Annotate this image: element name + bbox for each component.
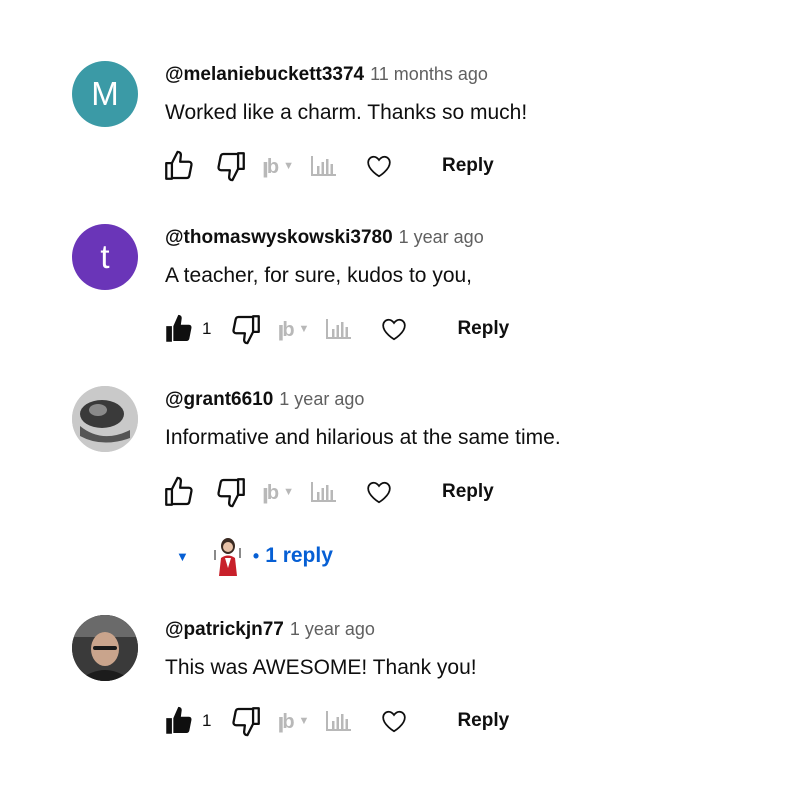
thumbs-down-icon bbox=[232, 315, 261, 345]
avatar[interactable]: t bbox=[72, 224, 138, 290]
tubebuddy-icon: ꞁb bbox=[262, 155, 279, 178]
stats-button[interactable] bbox=[325, 709, 353, 733]
chevron-down-icon: ▼ bbox=[298, 323, 310, 335]
like-count: 1 bbox=[202, 319, 212, 338]
caret-down-icon: ▼ bbox=[176, 548, 189, 564]
heart-button[interactable] bbox=[366, 154, 392, 178]
separator-dot: • bbox=[252, 545, 260, 566]
tubebuddy-menu[interactable]: ꞁb ▼ bbox=[277, 709, 309, 734]
stats-button[interactable] bbox=[310, 480, 338, 504]
replies-count-label: 1 reply bbox=[265, 544, 333, 567]
tubebuddy-icon: ꞁb bbox=[277, 318, 294, 341]
avatar-photo bbox=[72, 386, 138, 452]
avatar-letter: M bbox=[91, 75, 119, 112]
comment-time[interactable]: 1 year ago bbox=[399, 227, 484, 247]
heart-button[interactable] bbox=[381, 709, 407, 733]
avatar-photo bbox=[72, 615, 138, 681]
tubebuddy-menu[interactable]: ꞁb ▼ bbox=[262, 480, 294, 505]
view-replies-button[interactable]: ▼ • 1 reply bbox=[176, 536, 333, 576]
comment-author[interactable]: @thomaswyskowski3780 bbox=[165, 227, 393, 248]
comment-text: Worked like a charm. Thanks so much! bbox=[165, 101, 528, 124]
comment-time[interactable]: 1 year ago bbox=[279, 389, 364, 409]
avatar[interactable] bbox=[72, 386, 138, 452]
bar-chart-icon bbox=[326, 319, 352, 339]
comment-text: This was AWESOME! Thank you! bbox=[165, 656, 477, 679]
dislike-button[interactable] bbox=[214, 475, 248, 509]
reply-button[interactable]: Reply bbox=[457, 710, 509, 732]
comment-author[interactable]: @melaniebuckett3374 bbox=[165, 64, 364, 85]
avatar[interactable] bbox=[72, 615, 138, 681]
comment-time[interactable]: 11 months ago bbox=[370, 64, 488, 84]
comment-actions: ꞁb ▼ Reply bbox=[162, 474, 494, 510]
comment-actions: 1 ꞁb ▼ Reply bbox=[162, 703, 509, 739]
bar-chart-icon bbox=[310, 482, 336, 502]
heart-icon bbox=[367, 481, 391, 504]
bar-chart-icon bbox=[326, 711, 352, 731]
heart-icon bbox=[382, 710, 407, 733]
heart-icon bbox=[382, 318, 407, 341]
thumbs-up-filled-icon bbox=[166, 706, 192, 734]
tubebuddy-icon: ꞁb bbox=[262, 481, 279, 504]
comment-author[interactable]: @grant6610 bbox=[165, 389, 273, 410]
thumbs-down-icon bbox=[217, 478, 245, 508]
tubebuddy-menu[interactable]: ꞁb ▼ bbox=[277, 317, 309, 342]
thumbs-down-icon bbox=[217, 152, 245, 182]
thumbs-up-filled-icon bbox=[166, 314, 192, 342]
comment-time[interactable]: 1 year ago bbox=[290, 619, 375, 639]
dislike-button[interactable] bbox=[229, 312, 263, 346]
comment-header: @melaniebuckett3374 11 months ago bbox=[165, 64, 488, 86]
thumbs-up-icon bbox=[165, 476, 193, 506]
comment-header: @patrickjn77 1 year ago bbox=[165, 619, 375, 641]
comment-author[interactable]: @patrickjn77 bbox=[165, 619, 284, 640]
thumbs-down-icon bbox=[232, 707, 261, 737]
creator-avatar bbox=[213, 538, 241, 576]
chevron-down-icon: ▼ bbox=[283, 160, 294, 172]
tubebuddy-menu[interactable]: ꞁb ▼ bbox=[262, 154, 294, 179]
reply-button[interactable]: Reply bbox=[442, 155, 494, 177]
avatar-letter: t bbox=[100, 238, 110, 275]
like-count: 1 bbox=[202, 711, 212, 730]
comment-text: A teacher, for sure, kudos to you, bbox=[165, 264, 473, 287]
comment-text: Informative and hilarious at the same ti… bbox=[165, 426, 561, 449]
chevron-down-icon: ▼ bbox=[283, 486, 294, 498]
like-button[interactable] bbox=[162, 312, 196, 346]
heart-icon bbox=[367, 155, 391, 178]
comment-actions: ꞁb ▼ Reply bbox=[162, 148, 494, 184]
heart-button[interactable] bbox=[366, 480, 392, 504]
comment-header: @thomaswyskowski3780 1 year ago bbox=[165, 227, 484, 249]
reply-button[interactable]: Reply bbox=[457, 318, 509, 340]
heart-button[interactable] bbox=[381, 317, 407, 341]
stats-button[interactable] bbox=[310, 154, 338, 178]
comment-actions: 1 ꞁb ▼ Reply bbox=[162, 311, 509, 347]
like-button[interactable] bbox=[162, 149, 196, 183]
comment-header: @grant6610 1 year ago bbox=[165, 389, 364, 411]
bar-chart-icon bbox=[310, 156, 336, 176]
avatar[interactable]: M bbox=[72, 61, 138, 127]
like-button[interactable] bbox=[162, 704, 196, 738]
tubebuddy-icon: ꞁb bbox=[277, 710, 294, 733]
stats-button[interactable] bbox=[325, 317, 353, 341]
like-button[interactable] bbox=[162, 475, 196, 509]
reply-button[interactable]: Reply bbox=[442, 481, 494, 503]
dislike-button[interactable] bbox=[229, 704, 263, 738]
chevron-down-icon: ▼ bbox=[298, 715, 310, 727]
dislike-button[interactable] bbox=[214, 149, 248, 183]
thumbs-up-icon bbox=[165, 150, 193, 180]
